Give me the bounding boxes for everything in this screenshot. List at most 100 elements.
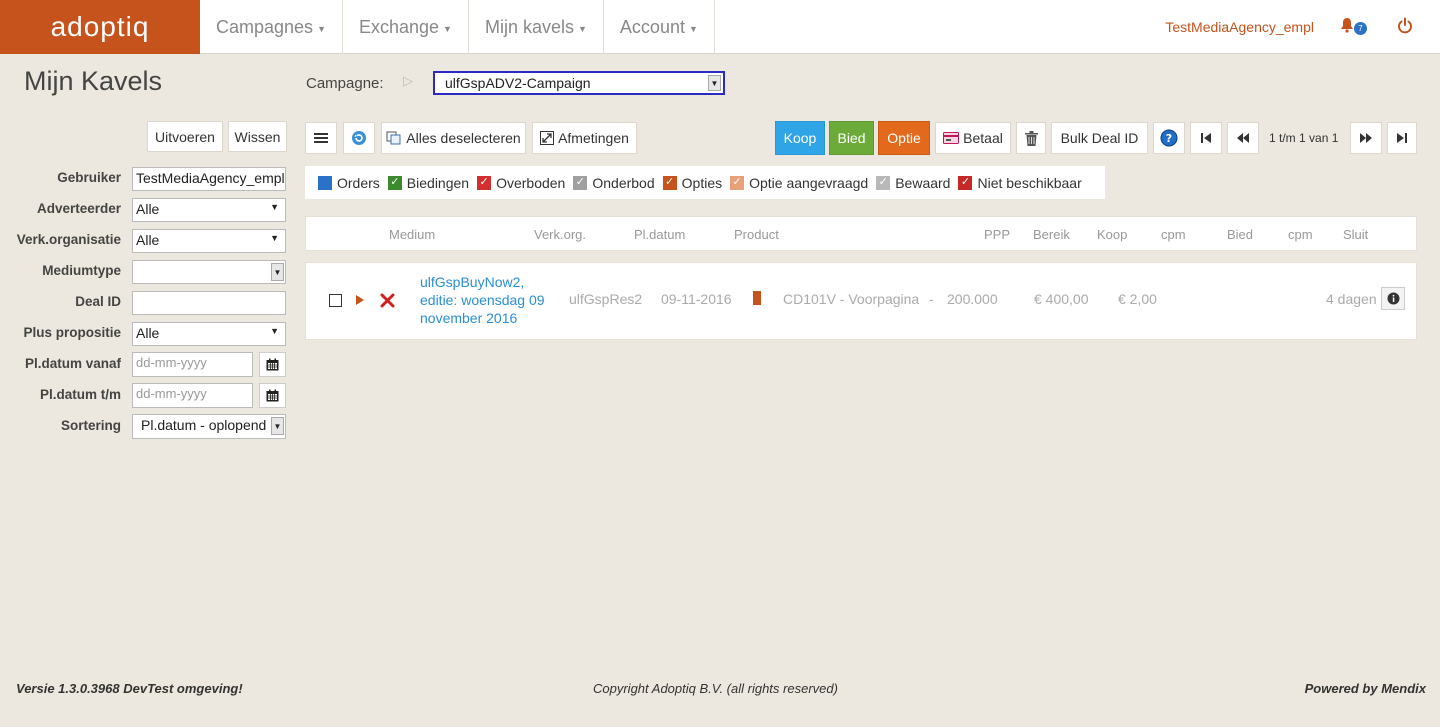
legend-label: Opties <box>681 174 723 191</box>
notifications-button[interactable]: 7 <box>1340 17 1367 39</box>
footer-powered-by: Powered by Mendix <box>1304 681 1426 696</box>
bid-button[interactable]: Bied <box>829 121 874 155</box>
nav-account[interactable]: Account ▼ <box>604 0 715 54</box>
nav-label: Account <box>619 16 685 37</box>
nav-exchange[interactable]: Exchange ▼ <box>343 0 469 54</box>
close-icon[interactable] <box>380 293 395 308</box>
advertiser-filter-select[interactable]: Alle ▼ <box>132 198 286 222</box>
legend-label: Optie aangevraagd <box>749 174 869 191</box>
page-info: 1 t/m 1 van 1 <box>1269 131 1339 145</box>
legend-onderbod[interactable]: ✓ Onderbod <box>573 175 655 191</box>
advertiser-filter-label: Adverteerder <box>36 201 121 216</box>
nav-campagnes[interactable]: Campagnes ▼ <box>200 0 343 54</box>
date-to-calendar-button[interactable] <box>259 383 286 408</box>
campaign-select[interactable]: ulfGspADV2-Campaign ▼ <box>433 71 725 95</box>
delete-button[interactable] <box>1016 122 1046 154</box>
deselect-all-button[interactable]: Alles deselecteren <box>381 122 526 154</box>
medium-link[interactable]: ulfGspBuyNow2, editie: woensdag 09 novem… <box>420 273 555 327</box>
chevron-down-icon: ▼ <box>688 23 698 34</box>
checkbox-checked-icon[interactable]: ✓ <box>477 175 492 190</box>
plus-proposition-filter-select[interactable]: Alle ▼ <box>132 322 286 346</box>
legend-overboden[interactable]: ✓ Overboden <box>477 175 565 191</box>
chevron-down-icon: ▼ <box>271 263 284 281</box>
previous-page-button[interactable] <box>1227 122 1259 154</box>
play-arrow-icon: ▷ <box>403 73 413 88</box>
run-button[interactable]: Uitvoeren <box>147 121 223 152</box>
checkbox-checked-icon[interactable]: ✓ <box>958 175 973 190</box>
legend-niet-beschikbaar[interactable]: ✓ Niet beschikbaar <box>958 175 1082 191</box>
legend-opties[interactable]: ✓ Opties <box>662 174 723 191</box>
checkbox-checked-icon[interactable]: ✓ <box>662 175 677 190</box>
checkbox-checked-icon[interactable]: ✓ <box>730 175 745 190</box>
measurements-button[interactable]: Afmetingen <box>532 122 637 154</box>
sort-filter-label: Sortering <box>60 418 121 433</box>
column-header-cpm[interactable]: cpm <box>1161 227 1186 242</box>
column-header-bied-cpm[interactable]: cpm <box>1288 227 1313 242</box>
legend-label: Orders <box>337 174 380 191</box>
notification-count-badge: 7 <box>1354 22 1367 35</box>
bulk-deal-id-button[interactable]: Bulk Deal ID <box>1051 122 1148 154</box>
page-title: Mijn Kavels <box>24 66 163 96</box>
medium-type-filter-label: Mediumtype <box>42 263 121 278</box>
status-legend: Orders ✓ Biedingen ✓ Overboden ✓ Onderbod ✓… <box>305 166 1105 199</box>
pay-button[interactable]: Betaal <box>935 122 1011 154</box>
rewind-icon <box>1237 133 1249 143</box>
column-header-bied[interactable]: Bied <box>1227 227 1253 242</box>
checkbox-checked-icon[interactable]: ✓ <box>573 175 588 190</box>
row-info-button[interactable] <box>1381 287 1405 310</box>
menu-button[interactable] <box>305 122 337 154</box>
plus-proposition-filter-label: Plus propositie <box>23 325 121 340</box>
column-header-pl-datum[interactable]: Pl.datum <box>634 227 685 242</box>
cell-ppp: - <box>929 291 934 307</box>
checkbox-checked-icon[interactable]: ✓ <box>387 175 402 190</box>
medium-type-filter-select[interactable]: ▼ <box>132 260 286 284</box>
last-page-button[interactable] <box>1387 122 1417 154</box>
date-from-calendar-button[interactable] <box>259 352 286 377</box>
user-name-link[interactable]: TestMediaAgency_empl <box>1165 0 1314 54</box>
column-header-ppp[interactable]: PPP <box>984 227 1010 242</box>
deal-id-filter-input[interactable] <box>132 291 286 315</box>
legend-biedingen[interactable]: ✓ Biedingen <box>387 174 470 191</box>
help-button[interactable]: ? <box>1153 122 1185 154</box>
option-button[interactable]: Optie <box>878 121 930 155</box>
footer-version: Versie 1.3.0.3968 DevTest omgeving! <box>16 681 243 696</box>
refresh-button[interactable] <box>343 122 375 154</box>
column-header-koop[interactable]: Koop <box>1097 227 1127 242</box>
caret-down-icon: ▼ <box>270 202 279 212</box>
chevron-down-icon: ▼ <box>578 23 587 34</box>
legend-swatch[interactable] <box>318 175 332 190</box>
trash-icon <box>1024 130 1038 146</box>
logout-button[interactable] <box>1397 17 1413 40</box>
chevron-down-icon: ▼ <box>708 75 721 91</box>
row-checkbox[interactable] <box>329 294 342 307</box>
legend-orders[interactable]: Orders <box>318 175 380 191</box>
column-header-sluit[interactable]: Sluit <box>1343 227 1368 242</box>
buy-button[interactable]: Koop <box>775 121 825 155</box>
date-from-filter-input[interactable]: dd-mm-yyyy <box>132 352 253 377</box>
user-filter-input[interactable]: TestMediaAgency_empl <box>132 167 286 191</box>
sort-filter-select[interactable]: Pl.datum - oplopend ▼ <box>132 414 286 439</box>
refresh-icon <box>352 131 366 145</box>
legend-label: Biedingen <box>406 174 470 191</box>
top-navbar: adoptiq Campagnes ▼ Exchange ▼ Mijn kavels… <box>0 0 1440 54</box>
next-page-button[interactable] <box>1350 122 1382 154</box>
column-header-medium[interactable]: Medium <box>389 227 435 242</box>
legend-bewaard[interactable]: ✓ Bewaard <box>876 175 950 191</box>
resize-icon <box>540 131 555 145</box>
footer-copyright: Copyright Adoptiq B.V. (all rights reser… <box>593 681 838 696</box>
clear-button[interactable]: Wissen <box>228 121 287 152</box>
first-page-icon <box>1201 133 1211 143</box>
column-header-product[interactable]: Product <box>734 227 779 242</box>
nav-mijn-kavels[interactable]: Mijn kavels ▼ <box>469 0 604 54</box>
sales-org-filter-select[interactable]: Alle ▼ <box>132 229 286 253</box>
table-header: Medium Verk.org. Pl.datum Product PPP Be… <box>305 216 1417 251</box>
column-header-verk-org[interactable]: Verk.org. <box>534 227 586 242</box>
column-header-bereik[interactable]: Bereik <box>1033 227 1070 242</box>
app-logo[interactable]: adoptiq <box>0 0 200 54</box>
play-icon[interactable] <box>355 294 365 306</box>
legend-optie-aangevraagd[interactable]: ✓ Optie aangevraagd <box>730 175 868 191</box>
checkbox-checked-icon[interactable]: ✓ <box>876 175 891 190</box>
last-page-icon <box>1397 133 1407 143</box>
first-page-button[interactable] <box>1190 122 1222 154</box>
date-to-filter-input[interactable]: dd-mm-yyyy <box>132 383 253 408</box>
